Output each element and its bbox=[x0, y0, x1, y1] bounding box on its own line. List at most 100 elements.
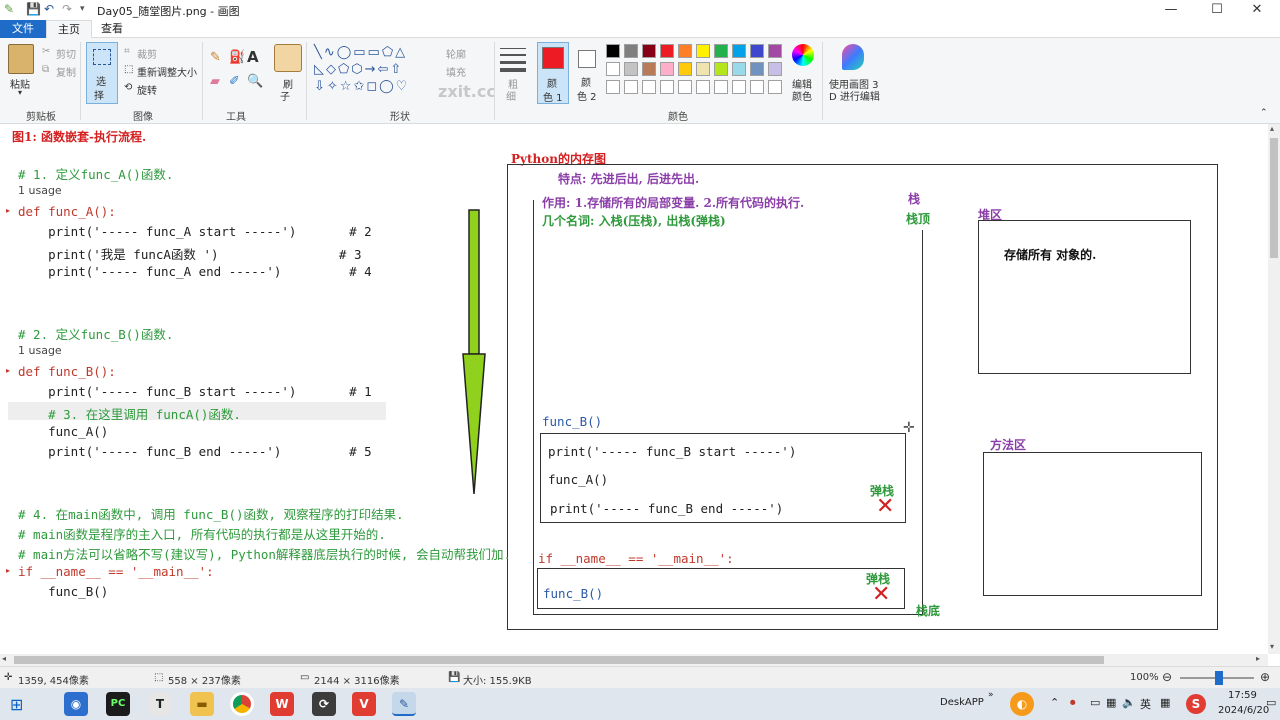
notification-icon[interactable]: ▭ bbox=[1266, 696, 1276, 709]
palette-swatch[interactable] bbox=[750, 62, 764, 76]
clock-time[interactable]: 17:59 bbox=[1228, 690, 1257, 701]
zoom-slider-thumb[interactable] bbox=[1215, 671, 1223, 685]
scroll-right-icon[interactable]: ▸ bbox=[1256, 654, 1260, 663]
select-button[interactable]: 选 择 bbox=[86, 42, 118, 104]
tab-view[interactable]: 查看 bbox=[92, 20, 132, 38]
tray-app-icon[interactable]: ◐ bbox=[1010, 692, 1034, 716]
input-language[interactable]: 英 bbox=[1140, 696, 1151, 712]
minimize-button[interactable]: — bbox=[1148, 0, 1194, 20]
palette-swatch[interactable] bbox=[768, 44, 782, 58]
color-picker-icon[interactable]: ✐ bbox=[229, 74, 240, 89]
scroll-down-icon[interactable]: ▾ bbox=[1270, 642, 1274, 651]
palette-swatch[interactable] bbox=[642, 44, 656, 58]
custom-color-slot[interactable] bbox=[678, 80, 692, 94]
copy-button[interactable]: 复制 bbox=[56, 64, 76, 79]
palette-swatch[interactable] bbox=[750, 44, 764, 58]
redo-icon[interactable]: ↷ bbox=[62, 2, 72, 16]
custom-color-slot[interactable] bbox=[696, 80, 710, 94]
sync-icon[interactable]: ⟳ bbox=[312, 692, 336, 716]
pencil-icon[interactable]: ✎ bbox=[210, 50, 221, 65]
close-button[interactable]: ✕ bbox=[1234, 0, 1280, 20]
wps-icon[interactable]: W bbox=[270, 692, 294, 716]
brush-label-2[interactable]: 子 bbox=[280, 88, 290, 103]
zoom-in-button[interactable]: ⊕ bbox=[1260, 670, 1270, 684]
fill-bucket-icon[interactable]: ⛽ bbox=[229, 50, 245, 65]
crop-icon[interactable]: ⌗ bbox=[124, 46, 130, 57]
palette-swatch[interactable] bbox=[624, 62, 638, 76]
tray-battery-icon[interactable]: ▭ bbox=[1090, 696, 1100, 709]
size-label-2[interactable]: 细 bbox=[506, 88, 516, 103]
custom-color-slot[interactable] bbox=[750, 80, 764, 94]
scroll-left-icon[interactable]: ◂ bbox=[2, 654, 6, 663]
size-icon[interactable] bbox=[500, 46, 526, 72]
edit-colors-label-2[interactable]: 颜色 bbox=[792, 88, 812, 103]
file-explorer-icon[interactable]: ▬ bbox=[190, 692, 214, 716]
palette-swatch[interactable] bbox=[606, 44, 620, 58]
vertical-scrollbar[interactable]: ▴ ▾ bbox=[1268, 124, 1280, 654]
ime-grid-icon[interactable]: ▦ bbox=[1160, 696, 1170, 709]
paint3d-label-2[interactable]: D 进行编辑 bbox=[829, 88, 880, 103]
palette-swatch[interactable] bbox=[660, 44, 674, 58]
custom-color-slot[interactable] bbox=[624, 80, 638, 94]
paint3d-icon[interactable] bbox=[842, 44, 864, 70]
brush-icon[interactable] bbox=[274, 44, 302, 72]
crop-button[interactable]: 裁剪 bbox=[137, 46, 157, 61]
palette-swatch[interactable] bbox=[768, 62, 782, 76]
pycharm-icon[interactable]: PC bbox=[106, 692, 130, 716]
chrome-icon[interactable] bbox=[230, 692, 254, 716]
taskbar-chevron-icon[interactable]: » bbox=[988, 690, 994, 700]
cut-button[interactable]: 剪切 bbox=[56, 46, 76, 61]
paste-dropdown-icon[interactable]: ▾ bbox=[18, 88, 22, 97]
tab-file[interactable]: 文件 bbox=[0, 20, 46, 38]
palette-swatch[interactable] bbox=[732, 62, 746, 76]
palette-swatch[interactable] bbox=[678, 62, 692, 76]
copy-icon[interactable]: ⧉ bbox=[42, 64, 49, 75]
vertical-scroll-thumb[interactable] bbox=[1270, 138, 1278, 258]
typora-icon[interactable]: T bbox=[148, 692, 172, 716]
resize-icon[interactable]: ⬚ bbox=[124, 64, 133, 75]
deskapp-label[interactable]: DeskAPP bbox=[940, 697, 984, 708]
volume-icon[interactable]: 🔈 bbox=[1122, 696, 1136, 709]
horizontal-scroll-thumb[interactable] bbox=[14, 656, 1104, 664]
ime-s-icon[interactable]: S bbox=[1186, 694, 1206, 714]
windows-start-icon[interactable]: ⊞ bbox=[10, 695, 23, 714]
custom-color-slot[interactable] bbox=[768, 80, 782, 94]
text-tool-icon[interactable]: A bbox=[247, 48, 259, 66]
network-icon[interactable]: ▦ bbox=[1106, 696, 1116, 709]
horizontal-scrollbar[interactable]: ◂ ▸ bbox=[0, 654, 1268, 666]
canvas-area[interactable]: 图1: 函数嵌套-执行流程. ▸ ▸ ▸ Python的内存图 特点: 先进后出… bbox=[0, 124, 1268, 654]
taskbar-app-icon[interactable]: ◉ bbox=[64, 692, 88, 716]
palette-swatch[interactable] bbox=[624, 44, 638, 58]
save-icon[interactable]: 💾 bbox=[26, 2, 41, 16]
undo-icon[interactable]: ↶ bbox=[44, 2, 54, 16]
resize-button[interactable]: 重新调整大小 bbox=[137, 64, 197, 79]
scroll-up-icon[interactable]: ▴ bbox=[1270, 124, 1274, 133]
tray-expand-icon[interactable]: ⌃ bbox=[1050, 696, 1059, 709]
rotate-icon[interactable]: ⟲ bbox=[124, 82, 132, 93]
eraser-icon[interactable]: ▰ bbox=[210, 74, 220, 89]
tab-home[interactable]: 主页 bbox=[46, 20, 92, 38]
tray-record-icon[interactable]: ⏺ bbox=[1070, 696, 1076, 710]
custom-color-slot[interactable] bbox=[714, 80, 728, 94]
rotate-button[interactable]: 旋转 bbox=[137, 82, 157, 97]
palette-swatch[interactable] bbox=[678, 44, 692, 58]
palette-swatch[interactable] bbox=[696, 62, 710, 76]
ribbon-collapse-icon[interactable]: ⌃ bbox=[1260, 108, 1268, 118]
customize-quick-access-icon[interactable]: ▾ bbox=[80, 4, 85, 14]
color2-button[interactable]: 颜 色 2 bbox=[574, 42, 602, 104]
palette-swatch[interactable] bbox=[606, 62, 620, 76]
edit-colors-icon[interactable] bbox=[792, 44, 814, 66]
paste-icon[interactable] bbox=[8, 44, 34, 74]
outline-button[interactable]: 轮廓 bbox=[446, 46, 466, 61]
clock-date[interactable]: 2024/6/20 bbox=[1218, 705, 1269, 716]
palette-swatch[interactable] bbox=[732, 44, 746, 58]
magnifier-icon[interactable]: 🔍 bbox=[247, 74, 263, 89]
zoom-out-button[interactable]: ⊖ bbox=[1162, 670, 1172, 684]
cut-icon[interactable]: ✂ bbox=[42, 46, 50, 57]
palette-swatch[interactable] bbox=[660, 62, 674, 76]
fill-button[interactable]: 填充 bbox=[446, 64, 466, 79]
custom-color-slot[interactable] bbox=[732, 80, 746, 94]
custom-color-slot[interactable] bbox=[642, 80, 656, 94]
palette-swatch[interactable] bbox=[642, 62, 656, 76]
wps-slides-icon[interactable]: V bbox=[352, 692, 376, 716]
